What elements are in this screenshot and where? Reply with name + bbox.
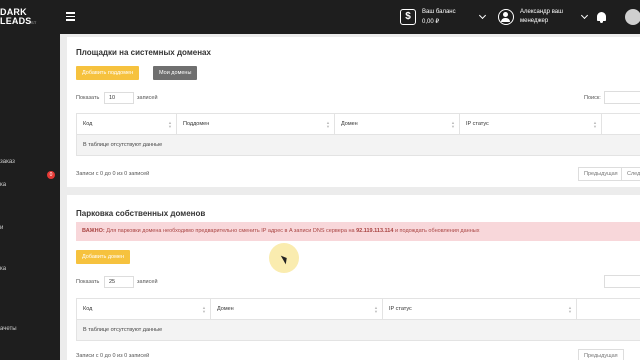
sort-icon: ▲ ▼ [374, 305, 378, 314]
sort-icon: ▲ ▼ [326, 120, 330, 129]
table-header: Код ▲ ▼ Домен ▲ ▼ IP статус ▲ ▼ [77, 299, 640, 320]
sidebar: 0 заказ ка и ка ачеты [0, 34, 60, 360]
show-label: Показать [76, 95, 100, 101]
notifications-bell-icon[interactable] [597, 12, 606, 23]
add-subdomain-button[interactable]: Добавить поддомен [76, 66, 140, 80]
column-header-code[interactable]: Код ▲ ▼ [77, 114, 177, 135]
empty-table-row: В таблице отсутствуют данные [77, 135, 640, 155]
section-title: Площадки на системных доменах [76, 48, 211, 57]
show-label: Показать [76, 279, 100, 285]
balance-value: 0,00 ₽ [422, 19, 440, 25]
column-header-code[interactable]: Код ▲ ▼ [77, 299, 211, 320]
sidebar-badge: 0 [47, 171, 55, 179]
table-header: Код ▲ ▼ Поддомен ▲ ▼ Домен ▲ ▼ IP статус ▲ ▼ [77, 114, 640, 135]
balance-chevron-down-icon[interactable] [478, 11, 487, 20]
column-label: Домен [217, 306, 234, 312]
domains-table: Код ▲ ▼ Домен ▲ ▼ IP статус ▲ ▼ В таблице отсу… [76, 298, 640, 341]
add-domain-button[interactable]: Добавить домен [76, 250, 130, 264]
alert-prefix: ВАЖНО: [82, 228, 105, 234]
column-header-ip-status[interactable]: IP статус ▲ ▼ [460, 114, 602, 135]
column-header-domain[interactable]: Домен ▲ ▼ [211, 299, 383, 320]
subdomains-table: Код ▲ ▼ Поддомен ▲ ▼ Домен ▲ ▼ IP статус ▲ ▼ В т… [76, 113, 640, 156]
search-input[interactable] [604, 275, 640, 288]
manager-chevron-down-icon[interactable] [580, 11, 589, 20]
page-size-value: 25 [109, 279, 116, 285]
alert-text: Для парковки домена необходимо предварит… [106, 228, 355, 234]
sort-icon: ▲ ▼ [568, 305, 572, 314]
records-label: записей [137, 95, 158, 101]
search-label: Поиск: [584, 95, 601, 101]
profile-avatar[interactable] [625, 9, 640, 25]
column-header-subdomain[interactable]: Поддомен ▲ ▼ [177, 114, 335, 135]
empty-table-row: В таблице отсутствуют данные [77, 320, 640, 340]
sort-icon: ▲ ▼ [593, 120, 597, 129]
logo-sub: ST [31, 20, 37, 25]
sidebar-item-2[interactable]: ка [0, 182, 6, 188]
sidebar-item-order[interactable]: заказ [0, 159, 15, 165]
manager-avatar-icon[interactable] [498, 9, 514, 25]
table-info: Записи с 0 до 0 из 0 записей [76, 353, 150, 359]
column-label: Код [83, 121, 93, 127]
logo[interactable]: DARK LEADS ST [0, 8, 36, 26]
sidebar-item-4[interactable]: ка [0, 266, 6, 272]
column-header-domain[interactable]: Домен ▲ ▼ [335, 114, 460, 135]
records-label: записей [137, 279, 158, 285]
sort-icon: ▲ ▼ [202, 305, 206, 314]
sort-icon: ▲ ▼ [451, 120, 455, 129]
logo-line2: LEADS [0, 16, 32, 26]
column-label: IP статус [466, 121, 489, 127]
sidebar-item-3[interactable]: и [0, 225, 3, 231]
menu-toggle-icon[interactable] [66, 12, 75, 23]
my-domains-button[interactable]: Мои домены [153, 66, 198, 80]
alert-ip: 92.119.113.114 [356, 228, 394, 234]
search-input[interactable] [604, 91, 640, 104]
prev-page-button[interactable]: Предыдущая [578, 167, 624, 181]
system-domains-card: Площадки на системных доменах Добавить п… [67, 37, 640, 187]
prev-page-button[interactable]: Предыдущая [578, 349, 624, 360]
page-size-value: 10 [109, 95, 116, 101]
important-alert: ВАЖНО: Для парковки домена необходимо пр… [76, 222, 640, 241]
column-label: Поддомен [183, 121, 210, 127]
next-page-button[interactable]: След [621, 167, 640, 181]
column-label: Код [83, 306, 93, 312]
column-header-ip-status[interactable]: IP статус ▲ ▼ [383, 299, 577, 320]
sort-icon: ▲ ▼ [168, 120, 172, 129]
balance-label: Ваш баланс [422, 9, 456, 15]
column-label: IP статус [389, 306, 412, 312]
page-size-select[interactable]: 10 [104, 92, 134, 104]
own-domains-card: Парковка собственных доменов ВАЖНО: Для … [67, 195, 640, 360]
manager-name: Александр ваш [520, 9, 563, 15]
wallet-icon[interactable]: $ [400, 9, 416, 25]
manager-role: менеджер [520, 18, 549, 24]
page-size-select[interactable]: 25 [104, 276, 134, 288]
table-info: Записи с 0 до 0 из 0 записей [76, 171, 150, 177]
column-label: Домен [341, 121, 358, 127]
section-title: Парковка собственных доменов [76, 209, 206, 218]
top-bar: DARK LEADS ST $ Ваш баланс 0,00 ₽ Алекса… [0, 0, 640, 34]
alert-suffix: и подождать обновления данных [394, 228, 480, 234]
sidebar-item-reports[interactable]: ачеты [0, 326, 17, 332]
